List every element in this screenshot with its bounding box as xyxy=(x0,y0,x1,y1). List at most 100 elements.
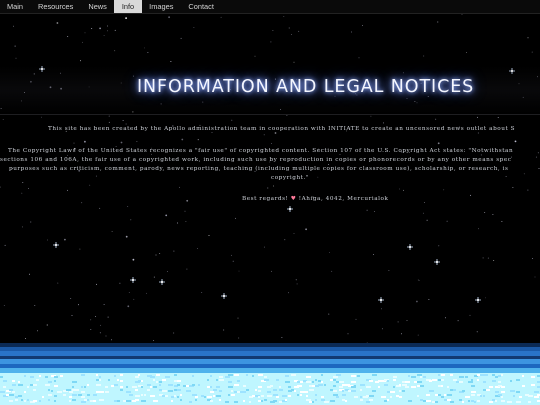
star xyxy=(99,332,101,334)
star xyxy=(347,333,349,335)
star xyxy=(493,260,495,261)
star xyxy=(388,269,390,271)
star xyxy=(381,308,382,310)
star xyxy=(64,238,66,241)
star xyxy=(105,335,107,337)
star xyxy=(295,279,297,281)
sparkle-star xyxy=(287,206,293,212)
star xyxy=(426,219,428,221)
star xyxy=(108,121,110,123)
star xyxy=(271,143,273,144)
star xyxy=(133,298,135,300)
star xyxy=(185,220,187,222)
star xyxy=(73,142,75,144)
signature-name: !Ahiga, 4042, Mercurialok xyxy=(296,196,389,202)
sparkle-star xyxy=(434,259,440,265)
star xyxy=(370,115,372,117)
star xyxy=(482,257,484,259)
star xyxy=(153,276,155,278)
star xyxy=(406,320,408,321)
star xyxy=(103,34,105,36)
star xyxy=(186,268,188,270)
star xyxy=(170,61,172,63)
star xyxy=(437,21,439,23)
star xyxy=(358,57,360,59)
star xyxy=(180,37,182,39)
star xyxy=(159,253,161,254)
star xyxy=(417,334,419,336)
nav-item-main[interactable]: Main xyxy=(0,0,31,13)
star xyxy=(487,257,489,259)
star xyxy=(366,209,368,211)
star xyxy=(331,270,333,272)
star xyxy=(293,61,295,63)
star xyxy=(271,270,273,272)
star xyxy=(288,292,290,294)
star xyxy=(505,176,507,178)
star xyxy=(67,35,69,37)
star xyxy=(84,140,86,143)
star xyxy=(423,55,425,57)
star xyxy=(96,283,97,285)
star xyxy=(95,316,97,318)
star xyxy=(305,228,307,231)
star xyxy=(132,258,135,261)
nav-item-contact[interactable]: Contact xyxy=(181,0,221,13)
intro-text: This site has been created by the Apollo… xyxy=(48,126,516,132)
star xyxy=(469,314,471,316)
star xyxy=(181,138,184,141)
star xyxy=(238,337,240,339)
star xyxy=(328,313,330,315)
star xyxy=(166,271,168,272)
star xyxy=(28,188,29,189)
page: Main Resources News Info Images Contact … xyxy=(0,0,540,405)
star xyxy=(298,30,300,32)
star xyxy=(168,16,171,19)
star xyxy=(179,186,181,188)
star xyxy=(512,187,514,189)
star xyxy=(29,273,30,275)
star xyxy=(231,119,233,121)
star xyxy=(108,115,110,117)
star xyxy=(397,321,399,323)
star xyxy=(497,117,499,118)
star xyxy=(165,214,168,217)
star xyxy=(501,220,503,222)
star xyxy=(484,212,486,213)
star xyxy=(144,47,146,49)
star xyxy=(476,331,478,333)
star xyxy=(184,210,186,212)
star xyxy=(22,182,24,183)
star xyxy=(34,304,36,306)
star xyxy=(534,276,536,278)
star xyxy=(136,141,138,142)
star xyxy=(381,328,383,330)
star xyxy=(15,57,17,59)
star xyxy=(235,217,237,219)
star xyxy=(57,282,59,284)
star xyxy=(56,22,59,24)
star xyxy=(99,207,101,209)
nav-item-info[interactable]: Info xyxy=(114,0,142,13)
star xyxy=(532,258,534,260)
star xyxy=(272,30,274,31)
sparkle-star xyxy=(407,244,413,250)
page-title: INFORMATION AND LEGAL NOTICES xyxy=(137,77,475,97)
star xyxy=(362,25,363,26)
star xyxy=(291,34,293,36)
sparkle-star xyxy=(159,279,165,285)
nav-item-images[interactable]: Images xyxy=(142,0,181,13)
star xyxy=(25,338,27,339)
star xyxy=(418,280,420,281)
star xyxy=(67,189,69,191)
star xyxy=(423,201,425,203)
star xyxy=(446,220,448,222)
star xyxy=(21,226,23,228)
nav-item-resources[interactable]: Resources xyxy=(31,0,81,13)
star xyxy=(155,254,157,256)
star xyxy=(284,239,286,241)
star xyxy=(535,156,537,158)
star xyxy=(193,27,195,28)
nav-item-news[interactable]: News xyxy=(81,0,114,13)
star xyxy=(111,339,113,341)
